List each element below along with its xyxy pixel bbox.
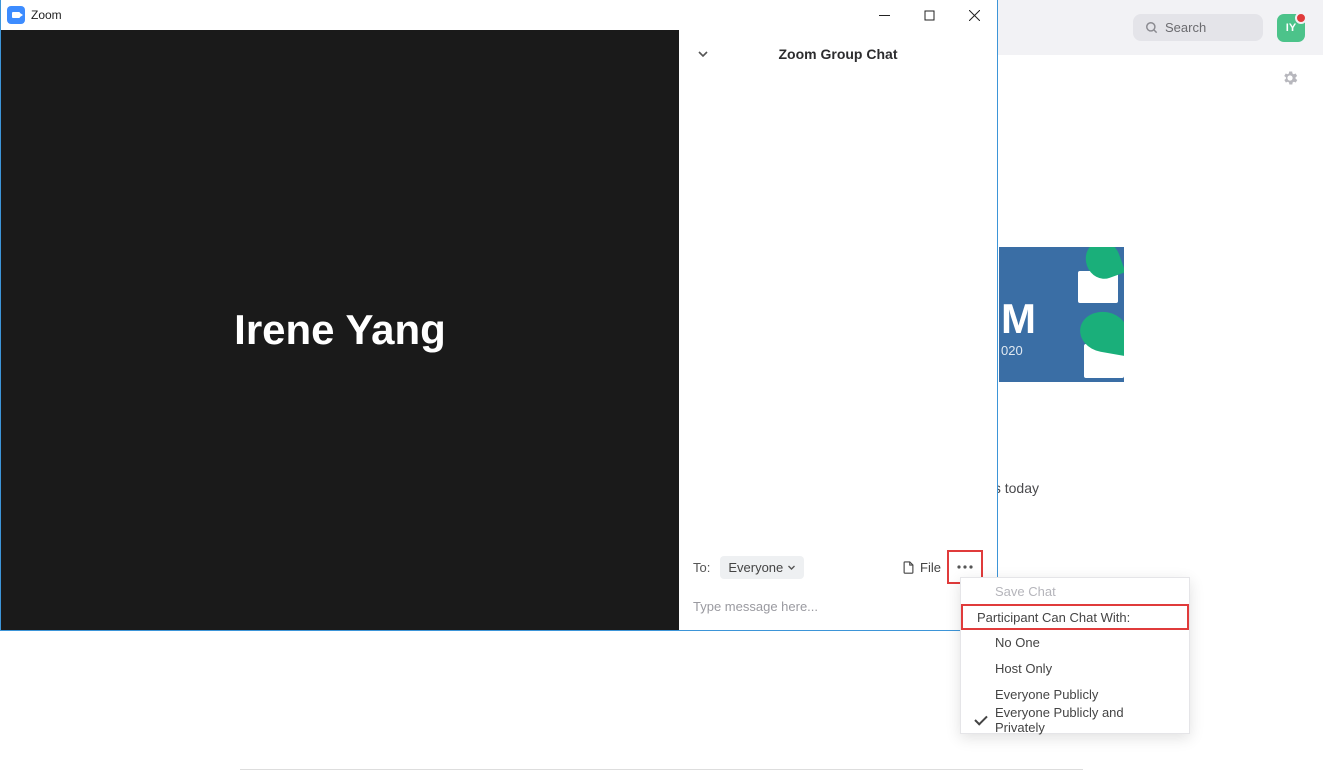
chat-text-input[interactable]	[693, 599, 983, 614]
window-body: Irene Yang Zoom Group Chat To: Everyone	[1, 30, 997, 630]
window-controls	[862, 0, 997, 30]
video-area[interactable]: Irene Yang	[1, 30, 679, 630]
file-label: File	[920, 560, 941, 575]
menu-option-everyone-publicly[interactable]: Everyone Publicly	[961, 681, 1189, 707]
bg-bottom-border	[240, 769, 1083, 770]
titlebar[interactable]: Zoom	[1, 0, 997, 30]
chat-to-label: To:	[693, 560, 710, 575]
chat-text-input-wrap	[693, 592, 983, 630]
avatar-initials: IY	[1286, 22, 1296, 34]
chat-to-selector[interactable]: Everyone	[720, 556, 804, 579]
bg-today-text: s today	[994, 480, 1039, 496]
minimize-button[interactable]	[862, 0, 907, 30]
chat-file-button[interactable]: File	[901, 560, 941, 575]
chat-input-bar: To: Everyone File	[679, 542, 997, 630]
chat-to-row: To: Everyone File	[693, 550, 983, 584]
window-title: Zoom	[31, 8, 62, 22]
chat-collapse-button[interactable]	[697, 48, 709, 60]
menu-option-host-only[interactable]: Host Only	[961, 655, 1189, 681]
chat-to-value: Everyone	[728, 560, 783, 575]
menu-section-participant-chat: Participant Can Chat With:	[961, 604, 1189, 630]
more-icon	[957, 565, 973, 569]
chat-title: Zoom Group Chat	[779, 46, 898, 62]
chat-more-menu: Save Chat Participant Can Chat With: No …	[960, 577, 1190, 734]
chat-header: Zoom Group Chat	[679, 30, 997, 78]
zoom-app-icon	[7, 6, 25, 24]
close-button[interactable]	[952, 0, 997, 30]
file-icon	[901, 560, 916, 575]
menu-option-everyone-publicly-and-privately[interactable]: Everyone Publicly and Privately	[961, 707, 1189, 733]
menu-save-chat[interactable]: Save Chat	[961, 578, 1189, 604]
chat-messages[interactable]	[679, 78, 997, 542]
participant-name: Irene Yang	[234, 306, 446, 354]
avatar[interactable]: IY	[1277, 14, 1305, 42]
menu-option-no-one[interactable]: No One	[961, 629, 1189, 655]
banner-year: 020	[1001, 343, 1023, 358]
chevron-down-icon	[697, 48, 709, 60]
chat-panel: Zoom Group Chat To: Everyone File	[679, 30, 997, 630]
bg-banner: M 020	[999, 247, 1124, 382]
chevron-down-icon	[787, 563, 796, 572]
gear-icon	[1281, 69, 1299, 87]
banner-letter: M	[1001, 295, 1036, 343]
search-icon	[1145, 21, 1159, 35]
search-box[interactable]: Search	[1133, 14, 1263, 41]
settings-button[interactable]	[1281, 69, 1299, 87]
search-placeholder: Search	[1165, 20, 1206, 35]
maximize-button[interactable]	[907, 0, 952, 30]
zoom-meeting-window: Zoom Irene Yang Zoom Group Chat	[0, 0, 998, 631]
